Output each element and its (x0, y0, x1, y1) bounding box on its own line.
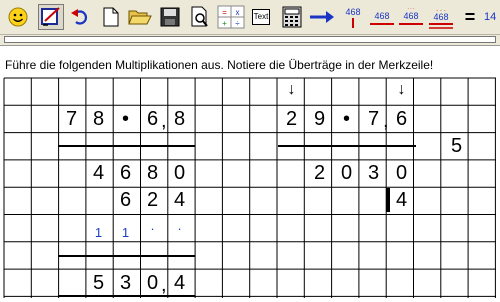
side-digit[interactable]: 5 (443, 133, 470, 159)
digit[interactable]: 6 (112, 160, 139, 186)
digit[interactable]: 4 (85, 160, 112, 186)
multiply-sign: • (121, 108, 129, 130)
result-digit[interactable]: 5 (85, 270, 112, 296)
digit[interactable]: 8 (166, 106, 193, 132)
carry-dot[interactable]: · (139, 216, 166, 242)
digit[interactable]: 3 (360, 160, 387, 186)
carry-dot[interactable]: · (166, 216, 193, 242)
digit[interactable]: 2 (306, 160, 333, 186)
digit[interactable]: 4 (166, 187, 193, 213)
arrow-down-icon: ↓ (397, 81, 406, 98)
math-grid (3, 77, 496, 298)
decimal-comma: , (383, 110, 389, 132)
carry-digit[interactable]: 1 (112, 220, 139, 246)
digit[interactable]: 8 (139, 160, 166, 186)
carry-digit[interactable]: 1 (85, 220, 112, 246)
digit[interactable]: 2 (278, 106, 305, 132)
digit[interactable]: 4 (388, 187, 415, 213)
result-digit[interactable]: 4 (166, 270, 193, 296)
digit[interactable]: 2 (139, 187, 166, 213)
result-digit[interactable]: 3 (112, 270, 139, 296)
digit[interactable]: 6 (388, 106, 415, 132)
digit[interactable]: 6 (112, 187, 139, 213)
digit[interactable]: 0 (388, 160, 415, 186)
digit[interactable]: 0 (333, 160, 360, 186)
arrow-down-icon: ↓ (287, 81, 296, 98)
digit[interactable]: 8 (85, 106, 112, 132)
digit[interactable]: 0 (166, 160, 193, 186)
result-decimal-comma: , (161, 274, 167, 296)
digit[interactable]: 7 (58, 106, 85, 132)
digit[interactable]: 9 (306, 106, 333, 132)
decimal-comma: , (161, 110, 167, 132)
multiply-sign: • (342, 108, 350, 130)
